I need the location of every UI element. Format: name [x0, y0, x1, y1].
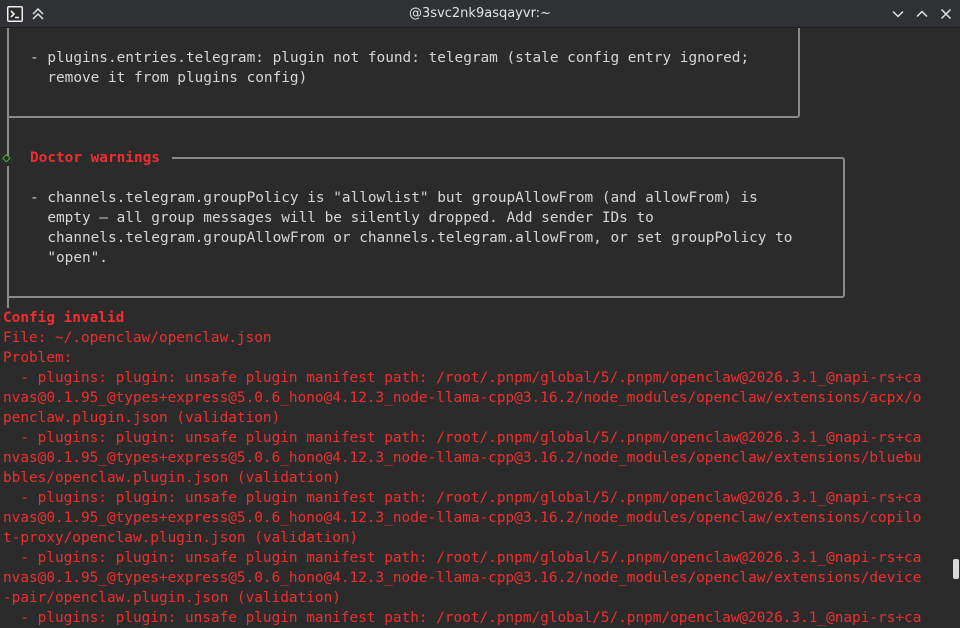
box2-line-1: - channels.telegram.groupPolicy is "allo…: [30, 190, 758, 206]
keep-above-button[interactable]: [28, 4, 48, 24]
chevron-down-icon: [892, 10, 904, 18]
box2-tail: [7, 298, 9, 308]
maximize-button[interactable]: [912, 4, 932, 24]
error-line: -pair/openclaw.plugin.json (validation): [3, 590, 341, 606]
error-line: - plugins: plugin: unsafe plugin manifes…: [3, 610, 922, 626]
doctor-warnings-title: Doctor warnings: [30, 150, 160, 166]
config-invalid-heading: Config invalid: [3, 310, 125, 326]
terminal-app-icon[interactable]: [6, 5, 24, 23]
box2-line-2: empty — all group messages will be silen…: [30, 210, 654, 226]
error-line: t-proxy/openclaw.plugin.json (validation…: [3, 530, 359, 546]
error-line: nvas@0.1.95_@types+express@5.0.6_hono@4.…: [3, 570, 922, 586]
error-line: - plugins: plugin: unsafe plugin manifes…: [3, 490, 922, 506]
scrollbar-thumb[interactable]: [953, 559, 959, 579]
close-button[interactable]: [936, 4, 956, 24]
terminal-scrollbar[interactable]: [950, 28, 960, 628]
error-line: - plugins: plugin: unsafe plugin manifes…: [3, 550, 922, 566]
problem-label: Problem:: [3, 350, 73, 366]
config-file-path: File: ~/.openclaw/openclaw.json: [3, 330, 272, 346]
error-line: - plugins: plugin: unsafe plugin manifes…: [3, 370, 922, 386]
box1-line-1: - plugins.entries.telegram: plugin not f…: [30, 50, 750, 66]
diamond-marker-icon: ◇: [2, 150, 11, 166]
error-line: penclaw.plugin.json (validation): [3, 410, 281, 426]
chevron-up-icon: [916, 10, 928, 18]
window-titlebar[interactable]: @3svc2nk9asqayvr:~: [0, 0, 960, 28]
error-line: nvas@0.1.95_@types+express@5.0.6_hono@4.…: [3, 450, 922, 466]
error-line: - plugins: plugin: unsafe plugin manifes…: [3, 430, 922, 446]
error-line: bbles/openclaw.plugin.json (validation): [3, 470, 341, 486]
double-chevron-up-icon: [32, 7, 44, 20]
box2-line-4: "open".: [30, 250, 108, 266]
box1-line-2: remove it from plugins config): [30, 70, 308, 86]
terminal-output[interactable]: - plugins.entries.telegram: plugin not f…: [0, 28, 950, 628]
minimize-button[interactable]: [888, 4, 908, 24]
error-line: nvas@0.1.95_@types+express@5.0.6_hono@4.…: [3, 510, 922, 526]
close-icon: [940, 8, 952, 20]
window-title: @3svc2nk9asqayvr:~: [409, 6, 551, 21]
error-line: nvas@0.1.95_@types+express@5.0.6_hono@4.…: [3, 390, 922, 406]
box2-line-3: channels.telegram.groupAllowFrom or chan…: [30, 230, 793, 246]
